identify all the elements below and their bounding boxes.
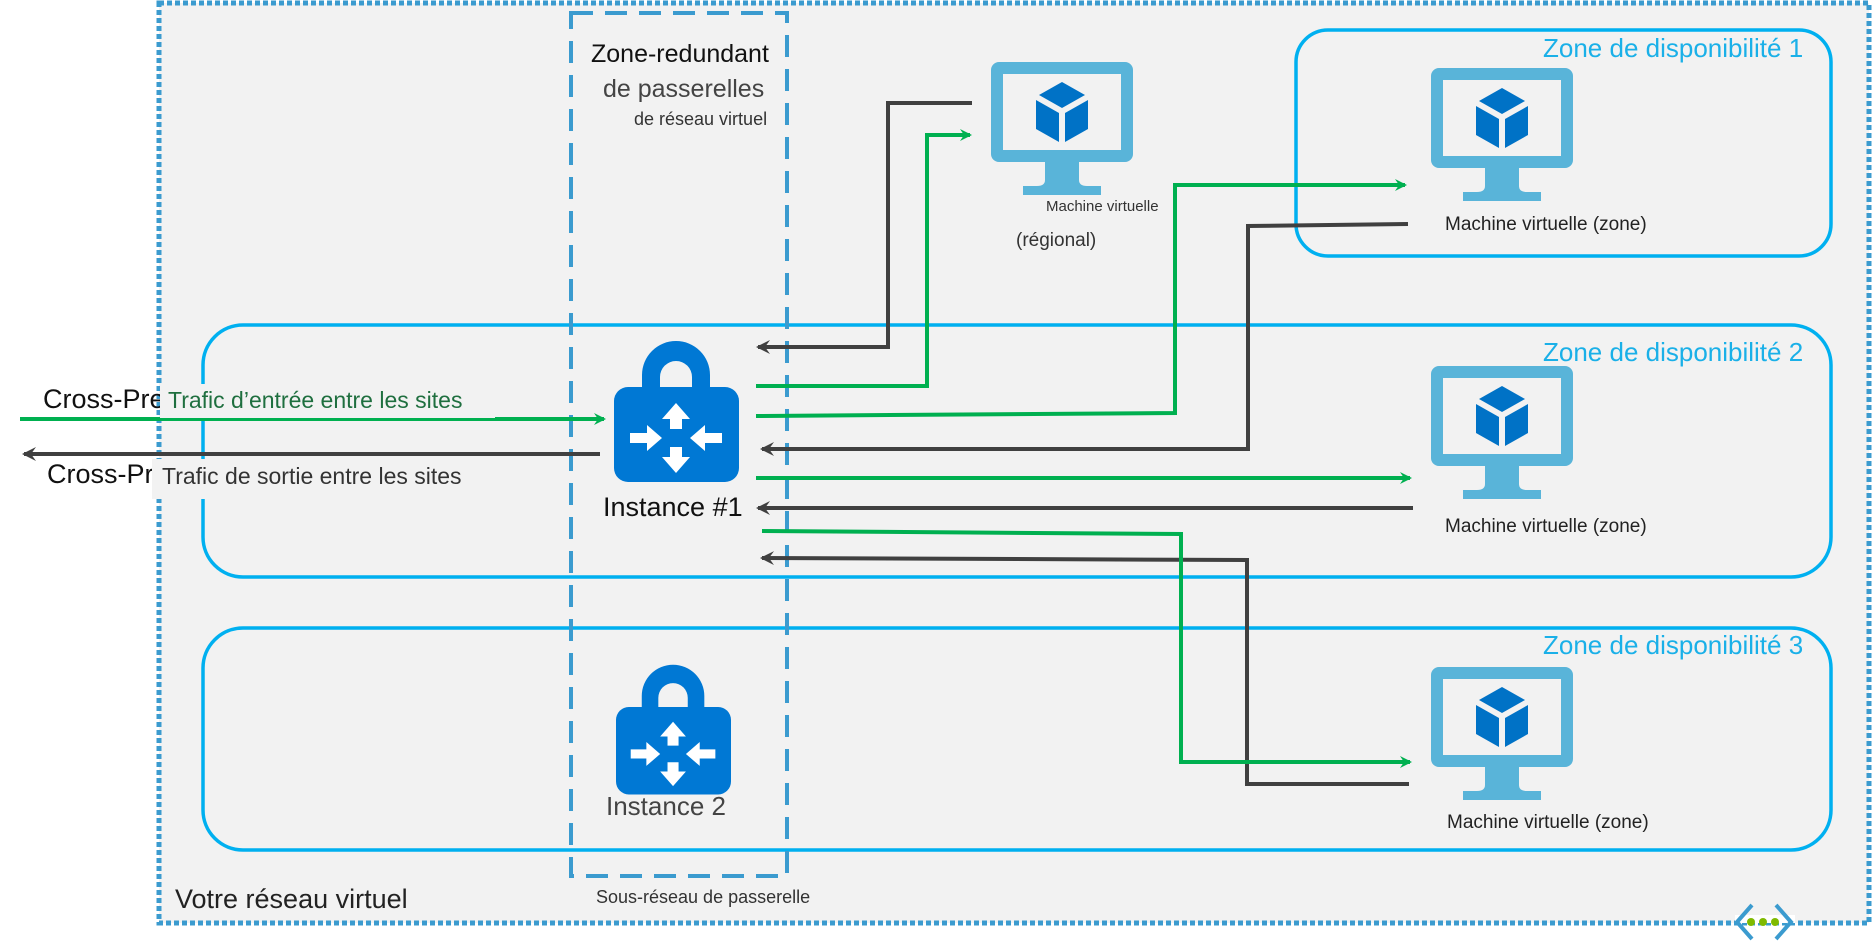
vm-zone2-label: Machine virtuelle (zone) xyxy=(1445,516,1647,537)
gateway-title-line1: Zone-redundant xyxy=(591,40,769,68)
gateway-subnet-label: Sous-réseau de passerelle xyxy=(596,887,811,907)
gateway-title-line3: de réseau virtuel xyxy=(634,109,768,129)
vm-zone1-label: Machine virtuelle (zone) xyxy=(1445,214,1647,235)
instance-1-label: Instance #1 xyxy=(603,492,743,522)
ingress-traffic-label: Trafic d’entrée entre les sites xyxy=(168,387,463,413)
zone-2-label: Zone de disponibilité 2 xyxy=(1543,337,1804,367)
vnet-label: Votre réseau virtuel xyxy=(175,884,408,914)
vm-regional-label-line2: (régional) xyxy=(1016,230,1097,251)
gateway-title-line2: de passerelles xyxy=(603,75,765,103)
vm-zone3-label: Machine virtuelle (zone) xyxy=(1447,812,1649,833)
egress-traffic-label: Trafic de sortie entre les sites xyxy=(162,463,462,489)
instance-2-label: Instance 2 xyxy=(606,791,726,821)
zone-3-label: Zone de disponibilité 3 xyxy=(1543,630,1804,660)
vm-regional-label-line1: Machine virtuelle xyxy=(1046,198,1159,215)
zone-1-label: Zone de disponibilité 1 xyxy=(1543,33,1804,63)
